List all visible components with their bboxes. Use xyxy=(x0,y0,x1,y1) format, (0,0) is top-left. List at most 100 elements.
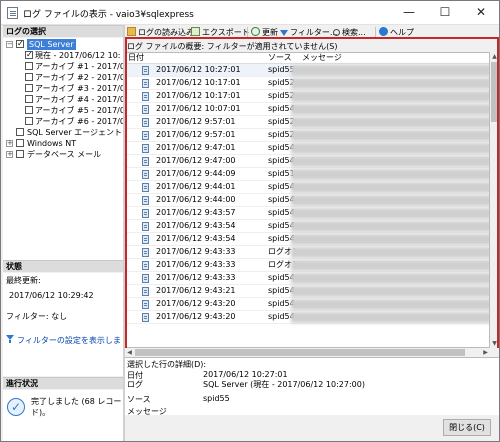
tree-label-archive: アーカイブ #1 - 2017/06 xyxy=(35,62,123,71)
row-date: 2017/06/12 9:43:57 xyxy=(156,208,236,217)
close-window-button[interactable]: ✕ xyxy=(463,1,499,24)
help-button[interactable]: ヘルプ xyxy=(379,26,414,40)
scroll-up-icon[interactable]: ▲ xyxy=(490,52,499,61)
expand-icon[interactable]: + xyxy=(6,140,13,147)
row-date: 2017/06/12 10:17:01 xyxy=(156,91,241,100)
scroll-thumb[interactable] xyxy=(491,62,498,122)
grid-header: 日付 ソース メッセージ xyxy=(126,53,489,64)
column-header-date[interactable]: 日付 xyxy=(128,53,144,63)
search-button[interactable]: 検索... xyxy=(333,26,366,40)
archive-checkbox[interactable] xyxy=(25,95,33,103)
table-row[interactable]: 2017/06/12 9:44:09 spid51 xyxy=(126,168,489,181)
table-row[interactable]: 2017/06/12 9:43:21 spid54 xyxy=(126,285,489,298)
tree-item-archive[interactable]: アーカイブ #4 - 2017/06 xyxy=(3,94,123,105)
table-row[interactable]: 2017/06/12 9:43:20 spid54 xyxy=(126,311,489,324)
current-checkbox[interactable] xyxy=(25,49,33,60)
archive-checkbox[interactable] xyxy=(25,106,33,114)
log-selection-header: ログの選択 xyxy=(3,25,123,37)
row-date: 2017/06/12 9:43:33 xyxy=(156,247,236,256)
archive-checkbox[interactable] xyxy=(25,73,33,81)
tree-label-sql-server: SQL Server xyxy=(27,39,76,50)
tree-item-agent[interactable]: SQL Server エージェント xyxy=(3,127,123,138)
table-row[interactable]: 2017/06/12 9:43:20 spid54 xyxy=(126,298,489,311)
table-row[interactable]: 2017/06/12 10:17:01 spid52 xyxy=(126,77,489,90)
log-entry-icon xyxy=(142,313,149,322)
sql-server-checkbox[interactable] xyxy=(16,38,24,49)
table-row[interactable]: 2017/06/12 10:27:01 spid55 xyxy=(126,64,489,77)
scroll-down-icon[interactable]: ▼ xyxy=(490,339,499,348)
log-entry-icon xyxy=(142,118,149,127)
db-mail-checkbox[interactable] xyxy=(16,150,24,158)
last-updated-label: 最終更新: xyxy=(6,276,41,285)
table-row[interactable]: 2017/06/12 9:43:57 spid54 xyxy=(126,207,489,220)
tree-item-archive[interactable]: アーカイブ #2 - 2017/06 xyxy=(3,72,123,83)
log-entry-icon xyxy=(142,79,149,88)
tree-item-archive[interactable]: アーカイブ #6 - 2017/06 xyxy=(3,116,123,127)
windows-nt-checkbox[interactable] xyxy=(16,139,24,147)
table-row[interactable]: 2017/06/12 9:43:54 spid54 xyxy=(126,220,489,233)
row-message-redacted xyxy=(291,182,489,193)
log-entry-icon xyxy=(142,66,149,75)
tree-item-archive[interactable]: アーカイブ #3 - 2017/06 xyxy=(3,83,123,94)
row-date: 2017/06/12 9:43:20 xyxy=(156,312,236,321)
column-header-message[interactable]: メッセージ xyxy=(302,53,342,63)
table-row[interactable]: 2017/06/12 9:43:33 ログオン xyxy=(126,259,489,272)
maximize-button[interactable]: ☐ xyxy=(427,1,463,24)
archive-checkbox[interactable] xyxy=(25,84,33,92)
close-button[interactable]: 閉じる(C) xyxy=(443,419,491,436)
tree-item-db-mail[interactable]: + データベース メール xyxy=(3,149,123,160)
table-row[interactable]: 2017/06/12 9:43:54 spid54 xyxy=(126,233,489,246)
table-row[interactable]: 2017/06/12 9:43:33 ログオン xyxy=(126,246,489,259)
row-details-panel: 選択した行の詳細(D): 日付 2017/06/12 10:27:01 ログ S… xyxy=(125,357,499,416)
log-entry-icon xyxy=(142,105,149,114)
expand-icon[interactable]: + xyxy=(6,151,13,158)
tree-item-current[interactable]: 現在 - 2017/06/12 10: xyxy=(3,49,123,61)
row-message-redacted xyxy=(291,65,489,76)
filter-button[interactable]: フィルター... xyxy=(280,26,337,40)
table-row[interactable]: 2017/06/12 10:07:01 spid54 xyxy=(126,103,489,116)
log-entry-icon xyxy=(142,235,149,244)
tree-item-sql-server[interactable]: − SQL Server xyxy=(3,38,123,50)
log-summary: ログ ファイルの概要: フィルターが適用されていません(S) xyxy=(125,41,499,52)
table-row[interactable]: 2017/06/12 9:57:01 spid52 xyxy=(126,129,489,142)
table-row[interactable]: 2017/06/12 9:47:01 spid54 xyxy=(126,142,489,155)
window-title: ログ ファイルの表示 - vaio3¥sqlexpress xyxy=(23,10,194,20)
row-date: 2017/06/12 9:43:33 xyxy=(156,260,236,269)
load-log-label: ログの読み込み xyxy=(138,28,194,37)
scroll-left-icon[interactable]: ◀ xyxy=(125,348,134,357)
tree-item-archive[interactable]: アーカイブ #1 - 2017/06 xyxy=(3,61,123,72)
log-entry-icon xyxy=(142,274,149,283)
table-row[interactable]: 2017/06/12 9:44:00 spid54 xyxy=(126,194,489,207)
table-row[interactable]: 2017/06/12 9:47:00 spid54 xyxy=(126,155,489,168)
row-message-redacted xyxy=(291,312,489,323)
tree-item-windows-nt[interactable]: + Windows NT xyxy=(3,138,123,149)
row-message-redacted xyxy=(291,260,489,271)
archive-checkbox[interactable] xyxy=(25,62,33,70)
row-message-redacted xyxy=(291,208,489,219)
tree-item-archive[interactable]: アーカイブ #5 - 2017/06 xyxy=(3,105,123,116)
scroll-thumb[interactable] xyxy=(135,349,465,356)
agent-checkbox[interactable] xyxy=(16,128,24,136)
log-entry-icon xyxy=(142,170,149,179)
detail-log-label: ログ xyxy=(127,380,143,389)
grid-horizontal-scrollbar[interactable]: ◀ ▶ xyxy=(125,348,499,357)
row-message-redacted xyxy=(291,143,489,154)
table-row[interactable]: 2017/06/12 10:17:01 spid52 xyxy=(126,90,489,103)
export-button[interactable]: エクスポート xyxy=(191,26,250,40)
load-log-button[interactable]: ログの読み込み xyxy=(127,26,194,40)
table-row[interactable]: 2017/06/12 9:43:33 spid54 xyxy=(126,272,489,285)
grid-vertical-scrollbar[interactable]: ▲ ▼ xyxy=(490,52,499,348)
table-row[interactable]: 2017/06/12 9:57:01 spid52 xyxy=(126,116,489,129)
collapse-icon[interactable]: − xyxy=(6,41,13,48)
detail-source-label: ソース xyxy=(127,395,151,404)
archive-checkbox[interactable] xyxy=(25,117,33,125)
view-filter-settings-link[interactable]: フィルターの設定を表示しま xyxy=(6,335,124,349)
refresh-button[interactable]: 更新 xyxy=(251,26,278,40)
log-entry-icon xyxy=(142,92,149,101)
table-row[interactable]: 2017/06/12 9:44:01 spid54 xyxy=(126,181,489,194)
progress-panel: ✓ 完了しました (68 レコー ド)。 xyxy=(3,390,123,441)
log-entry-icon xyxy=(142,196,149,205)
minimize-button[interactable]: — xyxy=(391,1,427,24)
column-header-source[interactable]: ソース xyxy=(268,53,292,63)
scroll-right-icon[interactable]: ▶ xyxy=(481,348,490,357)
